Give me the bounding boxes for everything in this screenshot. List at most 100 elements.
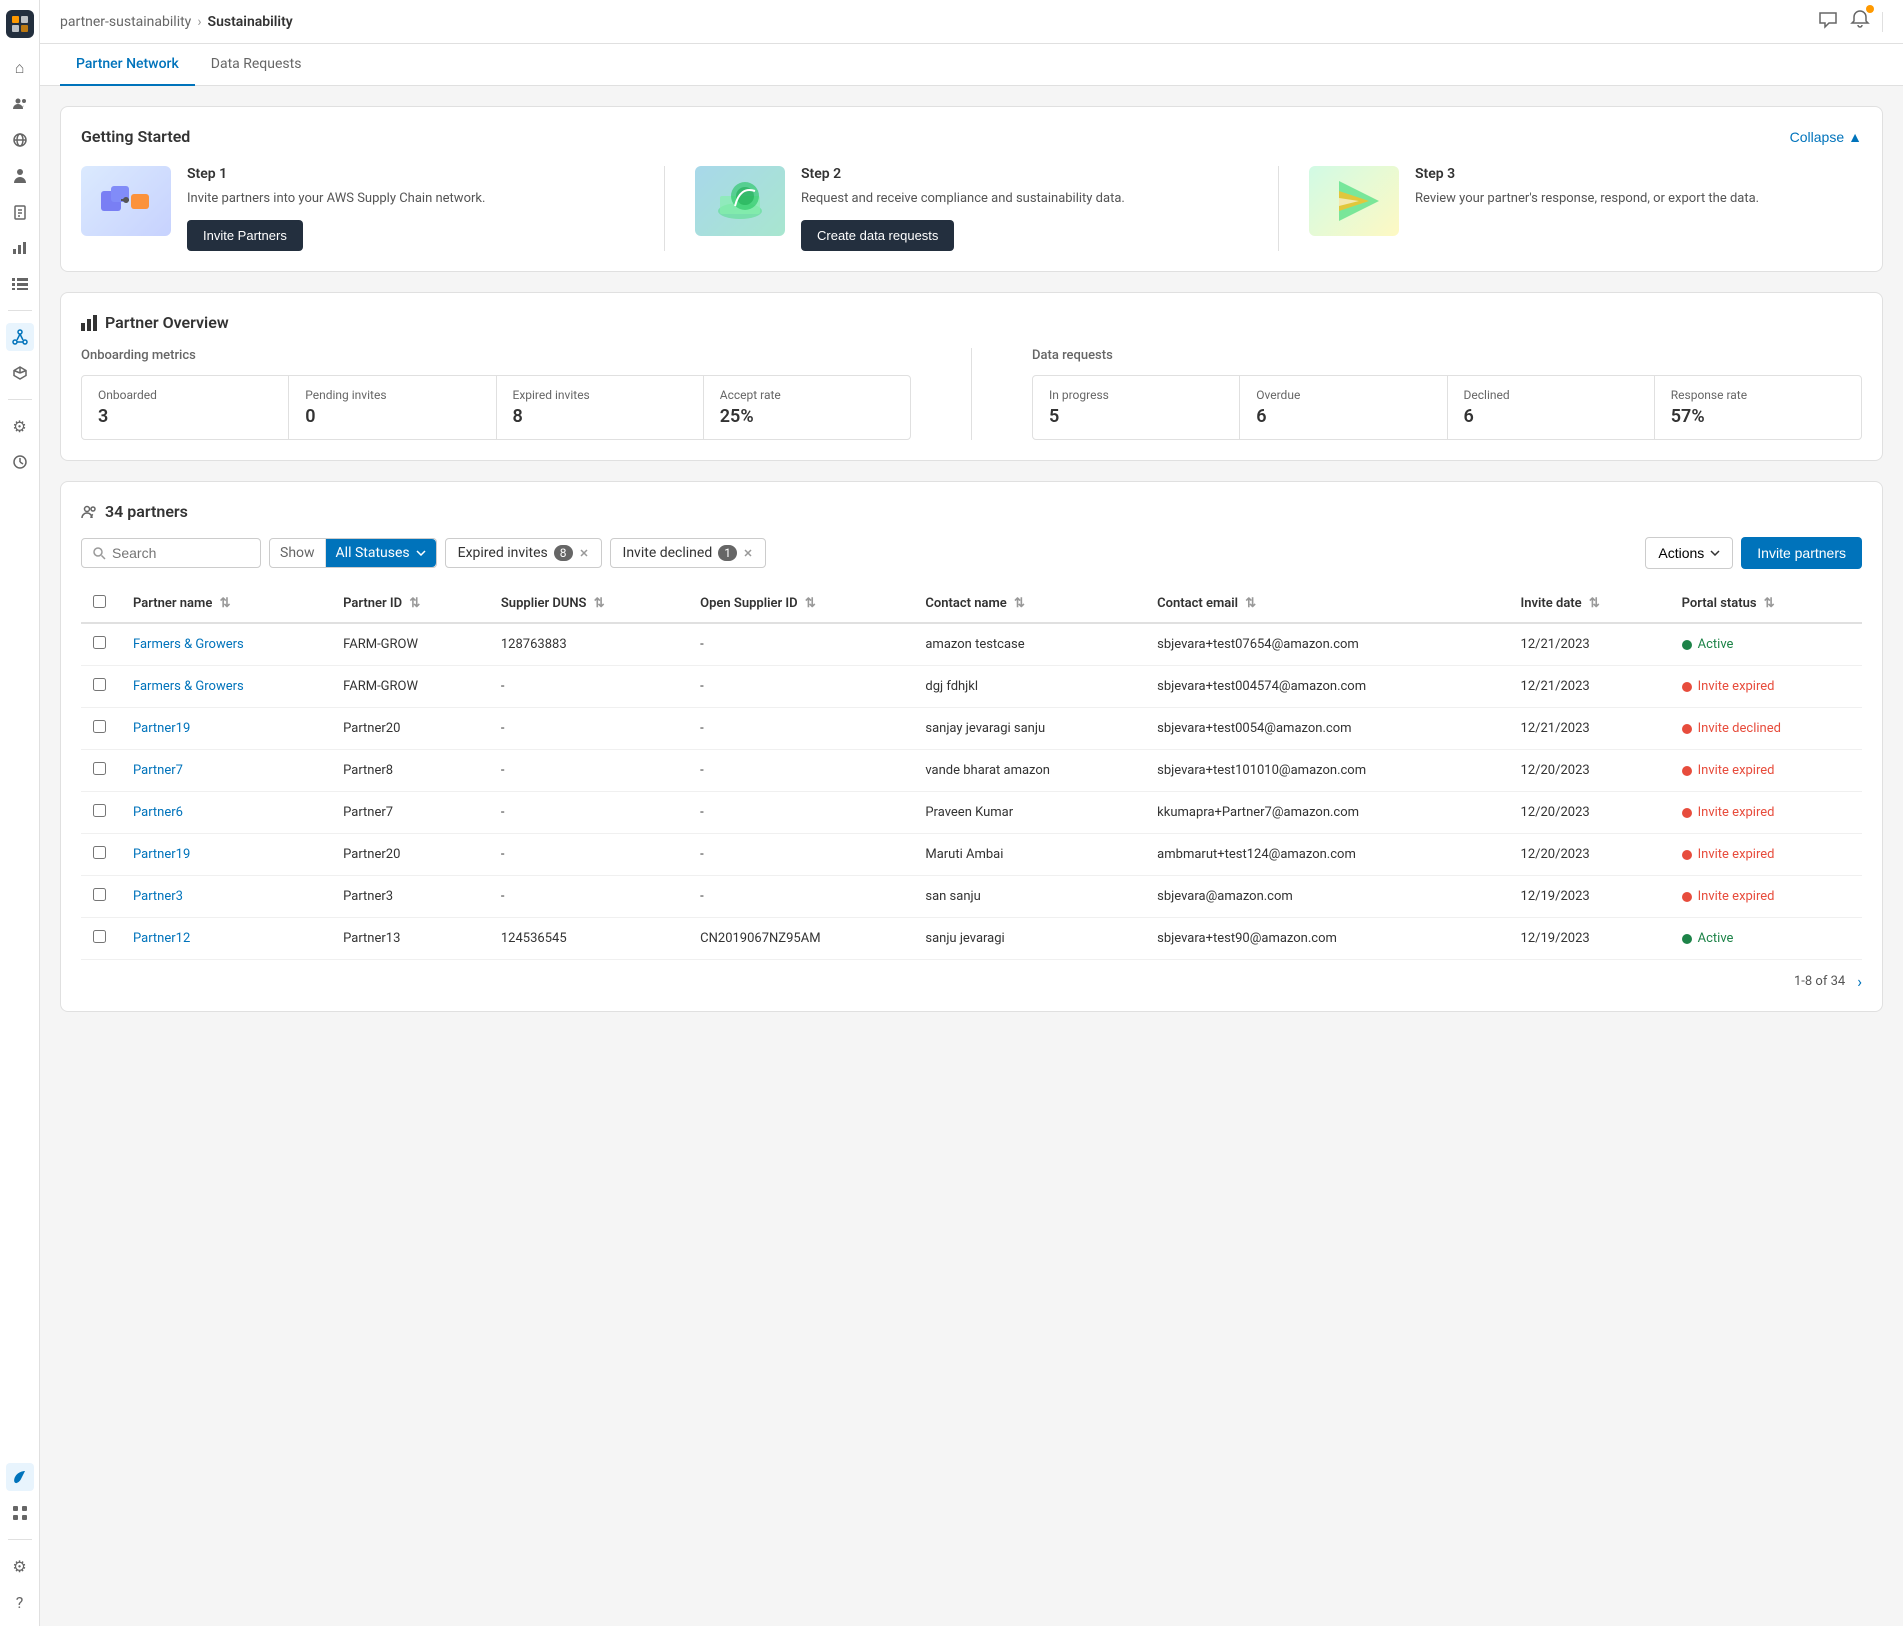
row-select-2[interactable] bbox=[93, 720, 106, 733]
metric-pending: Pending invites 0 bbox=[289, 376, 496, 439]
step-divider-1 bbox=[664, 166, 665, 251]
col-partner-id[interactable]: Partner ID ⇅ bbox=[331, 585, 489, 623]
partner-link-2[interactable]: Partner19 bbox=[133, 721, 190, 736]
row-select-1[interactable] bbox=[93, 678, 106, 691]
globe-icon[interactable] bbox=[6, 126, 34, 154]
dropdown-chevron-icon bbox=[416, 550, 426, 556]
notification-icon[interactable] bbox=[1850, 9, 1870, 34]
row-checkbox-3[interactable] bbox=[81, 750, 121, 792]
row-checkbox-6[interactable] bbox=[81, 876, 121, 918]
search-box[interactable] bbox=[81, 538, 261, 568]
row-partner-id-3: Partner8 bbox=[331, 750, 489, 792]
invite-declined-filter[interactable]: Invite declined 1 bbox=[610, 538, 766, 568]
settings-icon[interactable]: ⚙ bbox=[6, 412, 34, 440]
invite-declined-label: Invite declined bbox=[623, 545, 713, 561]
metric-in-progress: In progress 5 bbox=[1033, 376, 1240, 439]
row-select-3[interactable] bbox=[93, 762, 106, 775]
show-statuses-filter[interactable]: Show All Statuses bbox=[269, 538, 437, 568]
collapse-button[interactable]: Collapse ▲ bbox=[1790, 129, 1862, 145]
row-checkbox-0[interactable] bbox=[81, 623, 121, 666]
sidebar-divider2 bbox=[8, 399, 32, 400]
partner-id-sort-icon: ⇅ bbox=[409, 596, 420, 611]
status-filter-value: All Statuses bbox=[336, 545, 410, 561]
row-invite-date-2: 12/21/2023 bbox=[1509, 708, 1670, 750]
row-partner-name-0: Farmers & Growers bbox=[121, 623, 331, 666]
list-icon[interactable] bbox=[6, 270, 34, 298]
chart-bar-icon[interactable] bbox=[6, 234, 34, 262]
clock-icon[interactable] bbox=[6, 448, 34, 476]
col-partner-name[interactable]: Partner name ⇅ bbox=[121, 585, 331, 623]
select-all-header[interactable] bbox=[81, 585, 121, 623]
status-dot-6 bbox=[1682, 892, 1692, 902]
create-data-requests-button[interactable]: Create data requests bbox=[801, 220, 954, 251]
partner-link-5[interactable]: Partner19 bbox=[133, 847, 190, 862]
col-supplier-duns[interactable]: Supplier DUNS ⇅ bbox=[489, 585, 688, 623]
declined-filter-close-icon bbox=[743, 548, 753, 558]
metric-inprogress-value: 5 bbox=[1049, 406, 1223, 427]
chat-icon[interactable] bbox=[1818, 9, 1838, 34]
partner-link-4[interactable]: Partner6 bbox=[133, 805, 183, 820]
col-portal-status[interactable]: Portal status ⇅ bbox=[1670, 585, 1862, 623]
row-checkbox-7[interactable] bbox=[81, 918, 121, 960]
expired-invites-filter[interactable]: Expired invites 8 bbox=[445, 538, 602, 568]
users-icon[interactable] bbox=[6, 90, 34, 118]
overview-title: Partner Overview bbox=[81, 313, 1862, 332]
invite-partners-button[interactable]: Invite partners bbox=[1741, 537, 1862, 569]
actions-button[interactable]: Actions bbox=[1645, 537, 1733, 569]
row-checkbox-2[interactable] bbox=[81, 708, 121, 750]
row-open-supplier-id-6: - bbox=[688, 876, 913, 918]
metric-response-label: Response rate bbox=[1671, 388, 1845, 402]
status-badge-0: Active bbox=[1682, 637, 1850, 652]
row-open-supplier-id-3: - bbox=[688, 750, 913, 792]
partner-link-6[interactable]: Partner3 bbox=[133, 889, 183, 904]
metric-pending-label: Pending invites bbox=[305, 388, 479, 402]
col-invite-date[interactable]: Invite date ⇅ bbox=[1509, 585, 1670, 623]
col-contact-name[interactable]: Contact name ⇅ bbox=[913, 585, 1145, 623]
row-partner-id-5: Partner20 bbox=[331, 834, 489, 876]
row-supplier-duns-5: - bbox=[489, 834, 688, 876]
row-partner-name-2: Partner19 bbox=[121, 708, 331, 750]
sidebar: ⌂ bbox=[0, 0, 40, 1626]
row-select-4[interactable] bbox=[93, 804, 106, 817]
partner-link-0[interactable]: Farmers & Growers bbox=[133, 637, 244, 652]
help-icon[interactable]: ? bbox=[6, 1588, 34, 1616]
row-select-5[interactable] bbox=[93, 846, 106, 859]
col-contact-email[interactable]: Contact email ⇅ bbox=[1145, 585, 1508, 623]
partner-link-1[interactable]: Farmers & Growers bbox=[133, 679, 244, 694]
home-icon[interactable]: ⌂ bbox=[6, 54, 34, 82]
actions-chevron-icon bbox=[1710, 550, 1720, 556]
step3: Step 3 Review your partner's response, r… bbox=[1309, 166, 1862, 236]
clipboard-icon[interactable] bbox=[6, 198, 34, 226]
table-row: Farmers & Growers FARM-GROW - - dgj fdhj… bbox=[81, 666, 1862, 708]
bottom-settings-icon[interactable]: ⚙ bbox=[6, 1552, 34, 1580]
row-partner-id-7: Partner13 bbox=[331, 918, 489, 960]
all-statuses-dropdown[interactable]: All Statuses bbox=[326, 539, 436, 567]
tab-partner-network[interactable]: Partner Network bbox=[60, 44, 195, 86]
partner-link-7[interactable]: Partner12 bbox=[133, 931, 190, 946]
table-row: Partner6 Partner7 - - Praveen Kumar kkum… bbox=[81, 792, 1862, 834]
leaf-icon[interactable] bbox=[6, 1463, 34, 1491]
partner-link-3[interactable]: Partner7 bbox=[133, 763, 183, 778]
person-icon[interactable] bbox=[6, 162, 34, 190]
tab-data-requests[interactable]: Data Requests bbox=[195, 44, 318, 86]
row-checkbox-1[interactable] bbox=[81, 666, 121, 708]
col-open-supplier-id[interactable]: Open Supplier ID ⇅ bbox=[688, 585, 913, 623]
apps-grid-icon[interactable] bbox=[6, 1499, 34, 1527]
row-select-0[interactable] bbox=[93, 636, 106, 649]
metric-declined-value: 6 bbox=[1464, 406, 1638, 427]
data-request-metrics-group: Data requests In progress 5 Overdue 6 De… bbox=[1032, 348, 1862, 440]
search-input[interactable] bbox=[112, 545, 242, 561]
invite-partners-step-button[interactable]: Invite Partners bbox=[187, 220, 303, 251]
row-partner-id-1: FARM-GROW bbox=[331, 666, 489, 708]
pagination-next-icon[interactable]: › bbox=[1857, 972, 1862, 991]
expired-invites-badge: 8 bbox=[554, 545, 573, 561]
row-contact-name-1: dgj fdhjkl bbox=[913, 666, 1145, 708]
step2-title: Step 2 bbox=[801, 166, 1248, 182]
select-all-checkbox[interactable] bbox=[93, 595, 106, 608]
row-select-6[interactable] bbox=[93, 888, 106, 901]
row-select-7[interactable] bbox=[93, 930, 106, 943]
network-icon[interactable] bbox=[6, 323, 34, 351]
row-checkbox-4[interactable] bbox=[81, 792, 121, 834]
row-checkbox-5[interactable] bbox=[81, 834, 121, 876]
cube-icon[interactable] bbox=[6, 359, 34, 387]
